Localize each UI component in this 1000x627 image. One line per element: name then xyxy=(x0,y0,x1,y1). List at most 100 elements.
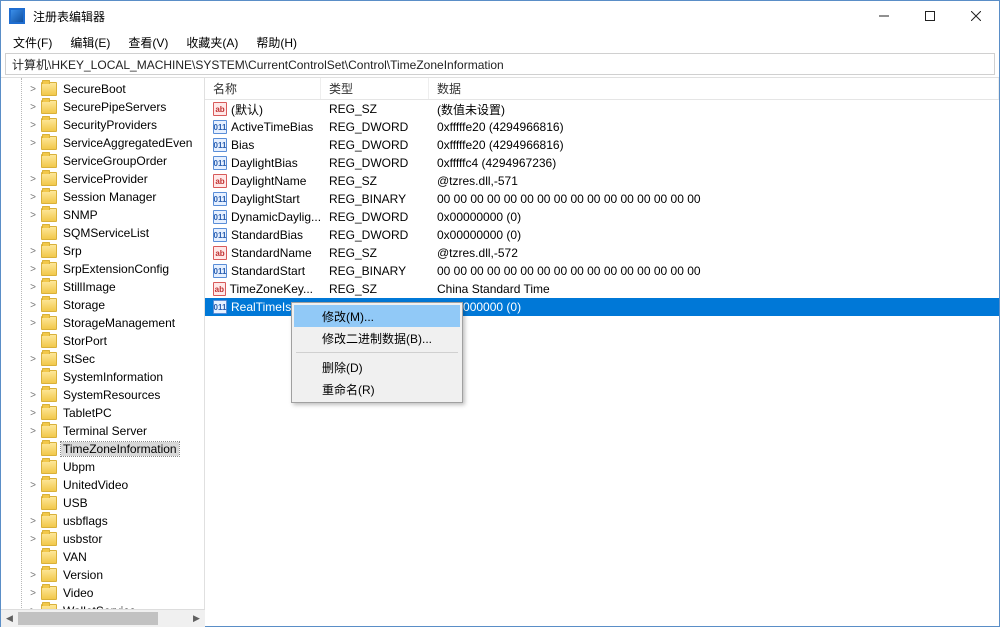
context-menu-item[interactable]: 修改(M)... xyxy=(294,305,460,327)
tree-item-label: Session Manager xyxy=(61,190,158,204)
value-name: DaylightName xyxy=(231,174,306,188)
horizontal-scrollbar[interactable]: ◀ ▶ xyxy=(1,609,205,626)
context-menu-item[interactable]: 重命名(R) xyxy=(294,378,460,400)
expander-icon[interactable]: > xyxy=(27,318,39,329)
tree-item[interactable]: Ubpm xyxy=(1,458,204,476)
tree-item[interactable]: >Storage xyxy=(1,296,204,314)
tree-item[interactable]: > Session Manager xyxy=(1,188,204,206)
tree-item[interactable]: >ServiceProvider xyxy=(1,170,204,188)
value-type-cell: REG_BINARY xyxy=(321,192,429,206)
tree-item-label: Ubpm xyxy=(61,460,97,474)
tree-item-label: SecureBoot xyxy=(61,82,128,96)
tree-item-label: SecurePipeServers xyxy=(61,100,168,114)
expander-icon[interactable]: > xyxy=(27,102,39,113)
list-row[interactable]: 011DaylightStartREG_BINARY00 00 00 00 00… xyxy=(205,190,999,208)
tree-item[interactable]: >usbflags xyxy=(1,512,204,530)
tree-item[interactable]: >SrpExtensionConfig xyxy=(1,260,204,278)
tree-item[interactable]: >Terminal Server xyxy=(1,422,204,440)
scroll-track[interactable] xyxy=(18,610,188,627)
context-menu-item[interactable]: 删除(D) xyxy=(294,356,460,378)
value-data-cell: 0xfffffe20 (4294966816) xyxy=(429,120,999,134)
tree-item[interactable]: >SecurityProviders xyxy=(1,116,204,134)
expander-icon[interactable]: > xyxy=(27,120,39,131)
tree-item[interactable]: VAN xyxy=(1,548,204,566)
close-button[interactable] xyxy=(953,1,999,31)
expander-icon[interactable]: > xyxy=(27,570,39,581)
tree-item[interactable]: ServiceGroupOrder xyxy=(1,152,204,170)
scroll-left-button[interactable]: ◀ xyxy=(1,610,18,627)
tree-item[interactable]: SQMServiceList xyxy=(1,224,204,242)
list-row[interactable]: 011StandardBiasREG_DWORD0x00000000 (0) xyxy=(205,226,999,244)
col-type[interactable]: 类型 xyxy=(321,78,429,99)
expander-icon[interactable]: > xyxy=(27,390,39,401)
tree-item[interactable]: > SecurePipeServers xyxy=(1,98,204,116)
tree-item[interactable]: >Srp xyxy=(1,242,204,260)
expander-icon[interactable]: > xyxy=(27,354,39,365)
value-name: DynamicDaylig... xyxy=(231,210,321,224)
expander-icon[interactable]: > xyxy=(27,246,39,257)
menu-edit[interactable]: 编辑(E) xyxy=(62,32,118,53)
expander-icon[interactable]: > xyxy=(27,174,39,185)
expander-icon[interactable]: > xyxy=(27,426,39,437)
expander-icon[interactable]: > xyxy=(27,138,39,149)
tree-item[interactable]: TimeZoneInformation xyxy=(1,440,204,458)
tree-item[interactable]: > SecureBoot xyxy=(1,80,204,98)
tree-item[interactable]: >SystemResources xyxy=(1,386,204,404)
tree-item[interactable]: >StillImage xyxy=(1,278,204,296)
list-row[interactable]: 011ActiveTimeBiasREG_DWORD0xfffffe20 (42… xyxy=(205,118,999,136)
expander-icon[interactable]: > xyxy=(27,408,39,419)
list-row[interactable]: 011DynamicDaylig...REG_DWORD0x00000000 (… xyxy=(205,208,999,226)
tree-item[interactable]: >SNMP xyxy=(1,206,204,224)
tree-item[interactable]: SystemInformation xyxy=(1,368,204,386)
list-row[interactable]: abTimeZoneKey...REG_SZChina Standard Tim… xyxy=(205,280,999,298)
menu-file[interactable]: 文件(F) xyxy=(5,32,60,53)
expander-icon[interactable]: > xyxy=(27,264,39,275)
expander-icon[interactable]: > xyxy=(27,516,39,527)
expander-icon[interactable]: > xyxy=(27,480,39,491)
expander-icon[interactable]: > xyxy=(27,210,39,221)
expander-icon[interactable]: > xyxy=(27,534,39,545)
folder-icon xyxy=(41,190,57,204)
tree-item[interactable]: > TabletPC xyxy=(1,404,204,422)
minimize-button[interactable] xyxy=(861,1,907,31)
list-row[interactable]: ab(默认)REG_SZ(数值未设置) xyxy=(205,100,999,118)
scroll-right-button[interactable]: ▶ xyxy=(188,610,205,627)
expander-icon[interactable]: > xyxy=(27,84,39,95)
value-data-cell: 0xfffffe20 (4294966816) xyxy=(429,138,999,152)
expander-icon[interactable]: > xyxy=(27,192,39,203)
tree-item[interactable]: >Video xyxy=(1,584,204,602)
context-menu-item[interactable]: 修改二进制数据(B)... xyxy=(294,327,460,349)
menu-help[interactable]: 帮助(H) xyxy=(248,32,305,53)
address-bar[interactable]: 计算机\HKEY_LOCAL_MACHINE\SYSTEM\CurrentCon… xyxy=(5,53,995,75)
tree-item[interactable]: USB xyxy=(1,494,204,512)
list-row[interactable]: 011StandardStartREG_BINARY00 00 00 00 00… xyxy=(205,262,999,280)
tree-item[interactable]: >StorageManagement xyxy=(1,314,204,332)
tree-item[interactable]: >ServiceAggregatedEven xyxy=(1,134,204,152)
maximize-button[interactable] xyxy=(907,1,953,31)
tree-item[interactable]: StorPort xyxy=(1,332,204,350)
tree-item[interactable]: >StSec xyxy=(1,350,204,368)
tree-item-label: TimeZoneInformation xyxy=(61,442,179,456)
scroll-thumb[interactable] xyxy=(18,612,158,625)
expander-icon[interactable]: > xyxy=(27,300,39,311)
value-data-cell: 00 00 00 00 00 00 00 00 00 00 00 00 00 0… xyxy=(429,264,999,278)
value-name-cell: 011ActiveTimeBias xyxy=(205,120,321,134)
value-type-cell: REG_SZ xyxy=(321,102,429,116)
col-name[interactable]: 名称 xyxy=(205,78,321,99)
tree-view[interactable]: > SecureBoot > SecurePipeServers >SecurityPr… xyxy=(1,78,205,626)
list-row[interactable]: 011DaylightBiasREG_DWORD0xfffffc4 (42949… xyxy=(205,154,999,172)
menu-favorites[interactable]: 收藏夹(A) xyxy=(178,32,246,53)
tree-item[interactable]: >usbstor xyxy=(1,530,204,548)
tree-item[interactable]: >UnitedVideo xyxy=(1,476,204,494)
expander-icon[interactable]: > xyxy=(27,282,39,293)
tree-item[interactable]: >Version xyxy=(1,566,204,584)
tree-item-label: USB xyxy=(61,496,90,510)
folder-icon xyxy=(41,136,57,150)
col-data[interactable]: 数据 xyxy=(429,78,999,99)
list-row[interactable]: abDaylightNameREG_SZ@tzres.dll,-571 xyxy=(205,172,999,190)
tree-item-label: TabletPC xyxy=(61,406,114,420)
menu-view[interactable]: 查看(V) xyxy=(120,32,176,53)
list-row[interactable]: 011BiasREG_DWORD0xfffffe20 (4294966816) xyxy=(205,136,999,154)
list-row[interactable]: abStandardNameREG_SZ@tzres.dll,-572 xyxy=(205,244,999,262)
expander-icon[interactable]: > xyxy=(27,588,39,599)
